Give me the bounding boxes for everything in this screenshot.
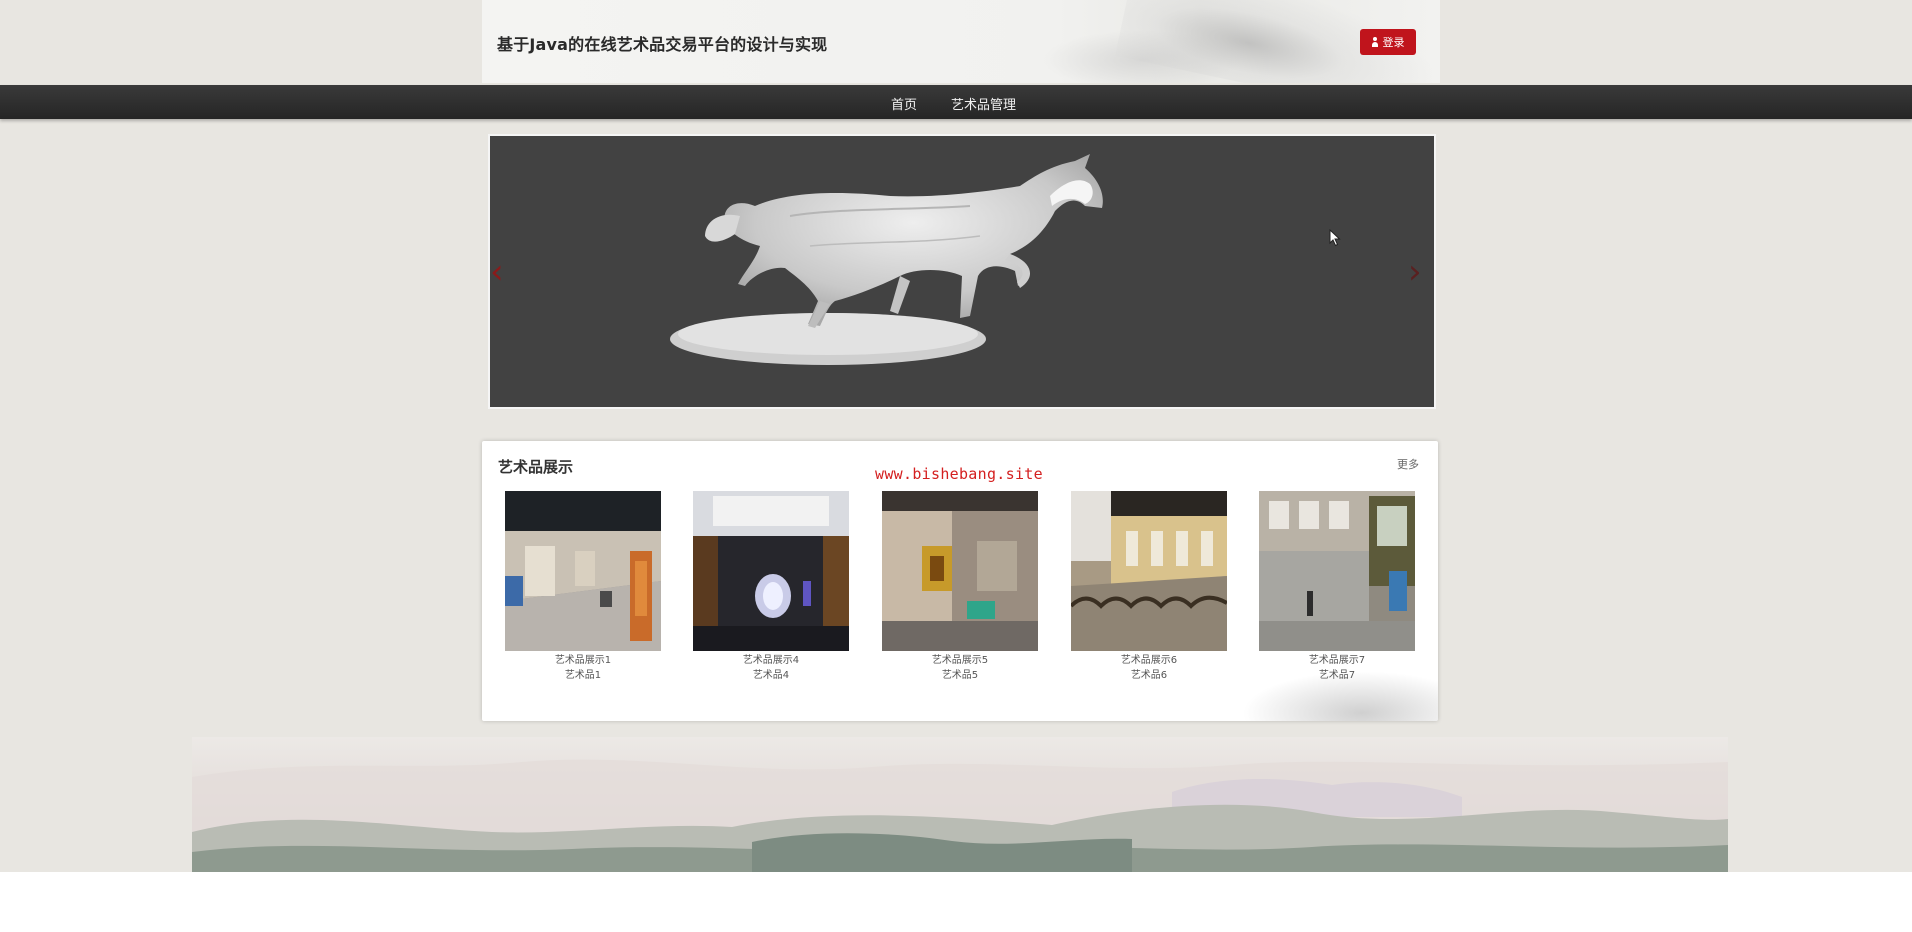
section-title: 艺术品展示 xyxy=(498,458,574,476)
artwork-card[interactable]: 艺术品展示7 艺术品7 xyxy=(1259,491,1415,683)
artwork-subtitle: 艺术品6 xyxy=(1130,670,1168,681)
user-icon xyxy=(1371,37,1379,47)
ink-wash-decoration xyxy=(1042,30,1242,83)
mountain-landscape-illustration xyxy=(192,759,1728,872)
artwork-name: 艺术品展示5 xyxy=(931,655,989,666)
artwork-name: 艺术品展示4 xyxy=(742,655,800,666)
artwork-name: 艺术品展示6 xyxy=(1120,655,1178,666)
horse-sculpture-image xyxy=(670,154,1103,365)
artwork-subtitle: 艺术品1 xyxy=(564,670,602,681)
chevron-left-icon: ‹ xyxy=(490,252,504,292)
artwork-thumbnail[interactable] xyxy=(1071,491,1227,651)
artwork-card[interactable]: 艺术品展示1 艺术品1 xyxy=(505,491,661,683)
gallery-hall-image xyxy=(505,491,661,651)
login-label: 登录 xyxy=(1382,36,1405,49)
artwork-subtitle: 艺术品7 xyxy=(1318,670,1356,681)
gallery-hall-image xyxy=(1259,491,1415,651)
login-button[interactable]: 登录 xyxy=(1360,29,1416,55)
nav-item-artwork-management[interactable]: 艺术品管理 xyxy=(951,94,1016,113)
carousel-prev-button[interactable]: ‹ xyxy=(490,255,504,289)
main-nav: 首页 艺术品管理 xyxy=(0,85,1912,119)
artwork-subtitle: 艺术品5 xyxy=(941,670,979,681)
artwork-thumbnail[interactable] xyxy=(505,491,661,651)
carousel-next-button[interactable]: › xyxy=(1408,255,1422,289)
artwork-card[interactable]: 艺术品展示5 艺术品5 xyxy=(882,491,1038,683)
artwork-thumbnail[interactable] xyxy=(693,491,849,651)
site-title: 基于Java的在线艺术品交易平台的设计与实现 xyxy=(497,35,828,54)
artwork-card[interactable]: 艺术品展示4 艺术品4 xyxy=(693,491,849,683)
artwork-subtitle: 艺术品4 xyxy=(752,670,790,681)
more-link[interactable]: 更多 xyxy=(1397,456,1419,472)
landscape-footer-image xyxy=(192,737,1728,872)
artwork-showcase-section: 艺术品展示 更多 艺术品展示1 艺术品1 艺术品展示4 艺术品4 艺术品展示5 … xyxy=(482,441,1438,721)
gallery-hall-image xyxy=(882,491,1038,651)
artwork-thumbnail[interactable] xyxy=(1259,491,1415,651)
artwork-name: 艺术品展示1 xyxy=(554,655,612,666)
artwork-thumbnail[interactable] xyxy=(882,491,1038,651)
site-header: 基于Java的在线艺术品交易平台的设计与实现 登录 xyxy=(482,0,1440,83)
mouse-cursor-icon xyxy=(1329,229,1341,247)
gallery-hall-image xyxy=(1071,491,1227,651)
artwork-name: 艺术品展示7 xyxy=(1308,655,1366,666)
gallery-hall-image xyxy=(693,491,849,651)
banner-carousel[interactable] xyxy=(488,134,1436,409)
artwork-card[interactable]: 艺术品展示6 艺术品6 xyxy=(1071,491,1227,683)
watermark-text: www.bishebang.site xyxy=(875,465,1043,483)
chevron-right-icon: › xyxy=(1408,252,1422,292)
nav-item-home[interactable]: 首页 xyxy=(891,94,917,113)
